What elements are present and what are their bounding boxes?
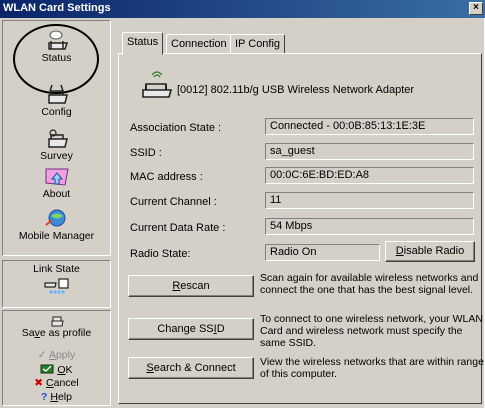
wlan-settings-window: WLAN Card Settings × Status Config Surve… [0,0,485,408]
nav-about-label: About [42,188,71,200]
link-state-icon [43,278,69,294]
disable-radio-button[interactable]: Disable Radio [385,241,475,262]
apply-button[interactable]: ✓ Apply [3,349,110,361]
ok-button[interactable]: OK [3,363,110,376]
ok-label: OK [57,364,73,376]
nav-mobile-manager-label: Mobile Manager [18,230,95,242]
rescan-button[interactable]: Rescan [128,275,254,297]
association-state-value: Connected - 00:0B:85:13:1E:3E [265,118,474,135]
adapter-name: [0012] 802.11b/g USB Wireless Network Ad… [177,84,415,96]
config-icon [47,84,68,104]
nav-status[interactable]: Status [3,29,110,64]
current-data-rate-value: 54 Mbps [265,218,474,235]
save-as-profile-label: Save as profile [21,327,92,339]
search-connect-description: View the wireless networks that are with… [260,356,484,380]
survey-icon [47,129,68,148]
nav-config-label: Config [41,106,72,118]
title-bar: WLAN Card Settings × [0,0,485,18]
help-question-icon: ? [41,391,48,403]
association-state-label: Association State : [130,122,222,134]
actions-panel: Save as profile ✓ Apply OK ✖ Cancel ? He… [2,310,111,406]
help-button[interactable]: ? Help [3,391,110,403]
left-panel: Status Config Survey About Mobile Manage… [2,20,111,406]
ssid-label: SSID : [130,147,162,159]
cancel-x-icon: ✖ [34,377,44,389]
status-icon [47,30,68,50]
search-connect-button[interactable]: Search & Connect [128,357,254,379]
link-state-label: Link State [33,263,80,275]
help-label: Help [50,391,72,403]
mac-address-label: MAC address : [130,171,203,183]
apply-check-icon: ✓ [37,349,47,361]
current-channel-label: Current Channel : [130,196,217,208]
change-ssid-button[interactable]: Change SSID [128,318,254,340]
nav-mobile-manager[interactable]: Mobile Manager [3,207,110,242]
link-state-panel: Link State [2,260,111,308]
change-ssid-description: To connect to one wireless network, your… [260,313,483,349]
tab-status[interactable]: Status [122,32,164,55]
mac-address-value: 00:0C:6E:BD:ED:A8 [265,167,474,184]
radio-state-label: Radio State: [130,248,191,260]
tab-ip-config[interactable]: IP Config [230,34,286,54]
save-as-profile-button[interactable]: Save as profile [3,315,110,339]
radio-state-value: Radio On [265,244,380,261]
usb-wireless-adapter-icon [142,71,173,98]
current-channel-value: 11 [265,192,474,209]
apply-label: Apply [48,349,76,361]
navigation-panel: Status Config Survey About Mobile Manage… [2,20,111,256]
current-data-rate-label: Current Data Rate : [130,222,226,234]
save-profile-icon [51,316,64,327]
nav-status-label: Status [41,52,72,64]
nav-about[interactable]: About [3,165,110,200]
ssid-value: sa_guest [265,143,474,160]
cancel-label: Cancel [46,377,79,389]
about-icon [45,168,69,186]
cancel-button[interactable]: ✖ Cancel [3,377,110,389]
close-button[interactable]: × [469,2,483,15]
rescan-description: Scan again for available wireless networ… [260,272,479,296]
ok-icon [40,364,54,374]
nav-survey-label: Survey [40,150,73,162]
window-title: WLAN Card Settings [3,2,111,14]
tab-connection[interactable]: Connection [166,34,232,54]
nav-config[interactable]: Config [3,83,110,118]
mobile-manager-icon [44,209,65,227]
nav-survey[interactable]: Survey [3,127,110,162]
